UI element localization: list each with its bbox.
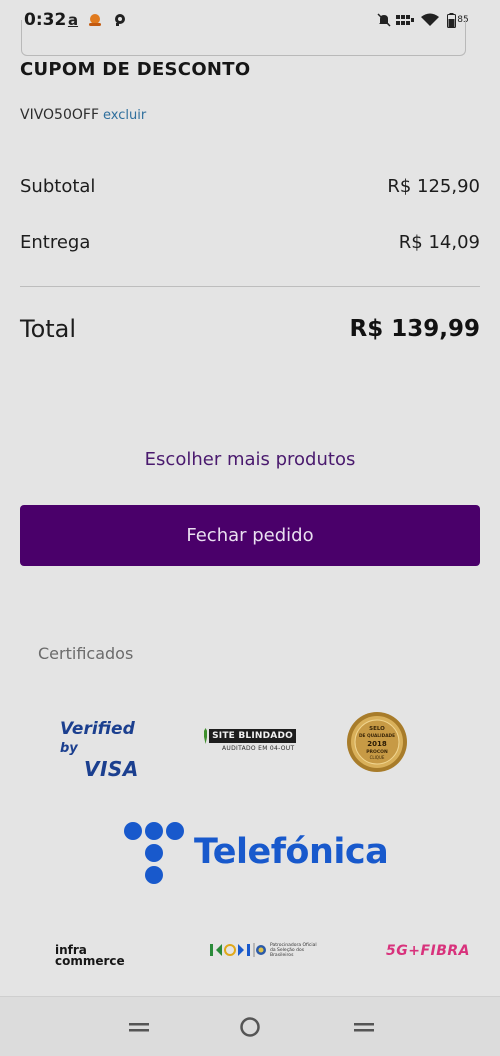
seal-line1: SELO (369, 726, 385, 732)
coupon-remove-link[interactable]: excluir (103, 108, 146, 123)
shield-icon (204, 728, 208, 744)
delivery-value: R$ 14,09 (398, 232, 480, 253)
subtotal-label: Subtotal (20, 176, 96, 197)
summary-divider (20, 286, 480, 287)
seal-line2: DE QUALIDADE (359, 733, 395, 739)
menu-nav-button[interactable] (127, 1015, 151, 1039)
visa-brand-text: VISA (84, 757, 139, 781)
subtotal-value: R$ 125,90 (387, 176, 480, 197)
coupon-row: VIVO50OFF excluir (20, 107, 146, 123)
procon-quality-seal: SELO DE QUALIDADE 2018 PROCON CLIQUE (346, 711, 408, 773)
more-products-link[interactable]: Escolher mais produtos (0, 449, 500, 470)
back-icon (354, 1023, 374, 1032)
telefonica-t-icon (124, 822, 184, 884)
seal-line4: CLIQUE (370, 755, 385, 760)
subtotal-row: Subtotal R$ 125,90 (20, 176, 480, 197)
checkout-button[interactable]: Fechar pedido (20, 505, 480, 566)
infra-line2: commerce (55, 954, 125, 968)
5g-fibra-logo: 5G+FIBRA (386, 943, 471, 959)
previous-card-edge (21, 20, 466, 56)
certificates-heading: Certificados (38, 644, 134, 663)
total-label: Total (20, 315, 77, 343)
delivery-row: Entrega R$ 14,09 (20, 232, 480, 253)
system-nav-bar (0, 996, 500, 1056)
delivery-label: Entrega (20, 232, 91, 253)
back-nav-button[interactable] (352, 1015, 376, 1039)
seal-year: 2018 (367, 740, 387, 748)
checkout-screen: 0:32 a 85 CUPOM DE DESCONTO VIVO50OFF exc… (0, 0, 500, 1056)
home-circle-icon (240, 1017, 260, 1037)
total-value: R$ 139,99 (349, 316, 480, 342)
menu-icon (129, 1023, 149, 1032)
total-row: Total R$ 139,99 (20, 315, 480, 343)
telefonica-wordmark: Telefónica (194, 832, 389, 872)
site-blindado-title: SITE BLINDADO (209, 729, 296, 743)
site-blindado-seal: SITE BLINDADO AUDITADO EM 04-OUT (204, 728, 296, 754)
koi-logo: Patrocinadora Oficial da Seleção dos Bra… (210, 940, 320, 960)
telefonica-logo: Telefónica (122, 820, 389, 886)
verified-by-visa-logo: Verified by VISA (60, 719, 156, 780)
coupon-code: VIVO50OFF (20, 107, 99, 123)
koi-text: Patrocinadora Oficial da Seleção dos Bra… (270, 943, 317, 958)
infracommerce-logo: infra commerce (55, 944, 125, 968)
site-blindado-audit: AUDITADO EM 04-OUT (222, 745, 295, 752)
home-nav-button[interactable] (238, 1015, 262, 1039)
visa-verified-text: Verified (60, 719, 135, 739)
coupon-title: CUPOM DE DESCONTO (20, 59, 251, 80)
visa-by-text: by (60, 741, 78, 756)
